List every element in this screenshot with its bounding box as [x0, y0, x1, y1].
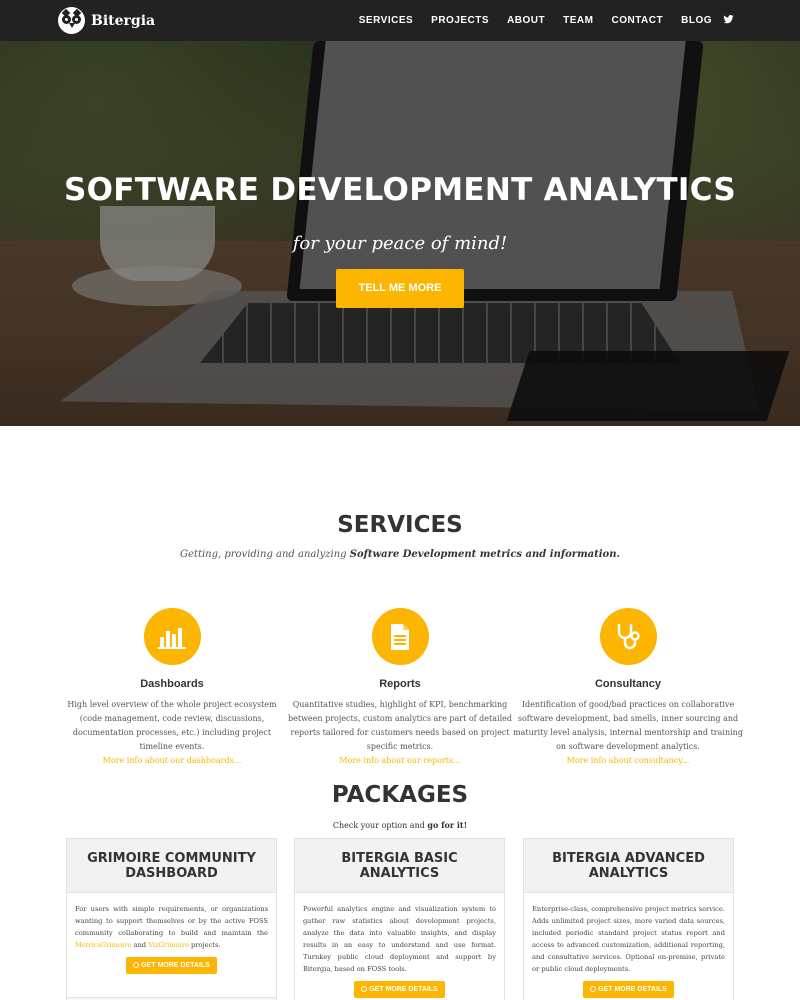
get-more-details-button[interactable]: GET MORE DETAILS: [583, 981, 674, 998]
package-description: For users with simple requirements, or o…: [67, 893, 276, 951]
service-dashboards: Dashboards High level overview of the wh…: [57, 608, 287, 768]
service-name: Dashboards: [140, 678, 204, 690]
bar-chart-icon: [143, 608, 201, 665]
navbar: Bitergia SERVICES PROJECTS ABOUT TEAM CO…: [0, 0, 800, 41]
services-heading: SERVICES: [337, 512, 463, 538]
packages-subtitle-plain: Check your option and: [332, 821, 428, 830]
service-name: Consultancy: [594, 678, 661, 690]
package-card-basic: BITERGIA BASIC ANALYTICS Powerful analyt…: [294, 838, 505, 1000]
package-card-advanced: BITERGIA ADVANCED ANALYTICS Enterprise-c…: [523, 838, 734, 1000]
nav-link-services[interactable]: SERVICES: [359, 15, 413, 26]
services-subtitle: Getting, providing and analyzing Softwar…: [0, 549, 800, 560]
services-subtitle-plain: Getting, providing and analyzing: [180, 549, 350, 560]
info-circle-icon: [590, 986, 597, 992]
package-description: Enterprise-class, comprehensive project …: [532, 905, 725, 973]
package-description-text: projects.: [188, 941, 221, 949]
button-label: GET MORE DETAILS: [141, 962, 210, 969]
service-reports: Reports Quantitative studies, highlight …: [285, 608, 515, 768]
package-card-grimoire: GRIMOIRE COMMUNITY DASHBOARD For users w…: [66, 838, 277, 1000]
package-name: BITERGIA BASIC ANALYTICS: [295, 839, 504, 893]
button-label: GET MORE DETAILS: [369, 986, 438, 993]
nav-link-about[interactable]: ABOUT: [507, 15, 545, 26]
owl-logo-icon: [58, 7, 85, 34]
service-name: Reports: [379, 678, 421, 690]
nav-link-blog[interactable]: BLOG: [681, 15, 712, 26]
document-icon: [371, 608, 429, 665]
nav-link-contact[interactable]: CONTACT: [611, 15, 663, 26]
packages-heading: PACKAGES: [331, 782, 469, 808]
info-circle-icon: [361, 986, 368, 992]
package-description-text: and: [131, 941, 149, 949]
hero-subtitle: for your peace of mind!: [292, 233, 508, 254]
package-description-text: For users with simple requirements, or o…: [75, 905, 268, 937]
tell-me-more-button[interactable]: TELL ME MORE: [336, 269, 464, 308]
twitter-icon[interactable]: [723, 14, 734, 25]
stethoscope-icon: [599, 608, 657, 665]
dashboards-more-info-link[interactable]: More info about our dashboards...: [57, 754, 287, 768]
metricsgrimoire-link[interactable]: MetricsGrimoire: [75, 941, 131, 949]
service-description: High level overview of the whole project…: [67, 700, 277, 751]
packages-subtitle: Check your option and go for it!: [0, 820, 800, 830]
hero-title: SOFTWARE DEVELOPMENT ANALYTICS: [64, 172, 736, 208]
services-subtitle-bold: Software Development metrics and informa…: [349, 549, 620, 560]
brand-name[interactable]: Bitergia: [91, 13, 155, 29]
get-more-details-button[interactable]: GET MORE DETAILS: [354, 981, 445, 998]
hero-banner: SOFTWARE DEVELOPMENT ANALYTICS for your …: [0, 41, 800, 426]
service-consultancy: Consultancy Identification of good/bad p…: [513, 608, 743, 768]
get-more-details-button[interactable]: GET MORE DETAILS: [126, 957, 217, 974]
nav-link-projects[interactable]: PROJECTS: [431, 15, 489, 26]
consultancy-more-info-link[interactable]: More info about consultancy...: [513, 754, 743, 768]
vizgrimoire-link[interactable]: VizGrimoire: [148, 941, 189, 949]
reports-more-info-link[interactable]: More info about our reports...: [285, 754, 515, 768]
packages-subtitle-bold: go for it!: [427, 820, 468, 830]
service-description: Quantitative studies, highlight of KPI, …: [288, 700, 512, 751]
package-description: Powerful analytics engine and visualizat…: [303, 905, 496, 973]
nav-menu: SERVICES PROJECTS ABOUT TEAM CONTACT BLO…: [359, 0, 712, 41]
nav-link-team[interactable]: TEAM: [563, 15, 593, 26]
package-name: BITERGIA ADVANCED ANALYTICS: [524, 839, 733, 893]
brand-logo-link[interactable]: Bitergia: [58, 7, 155, 34]
package-name: GRIMOIRE COMMUNITY DASHBOARD: [67, 839, 276, 893]
button-label: GET MORE DETAILS: [598, 986, 667, 993]
info-circle-icon: [133, 962, 140, 968]
service-description: Identification of good/bad practices on …: [513, 700, 743, 751]
